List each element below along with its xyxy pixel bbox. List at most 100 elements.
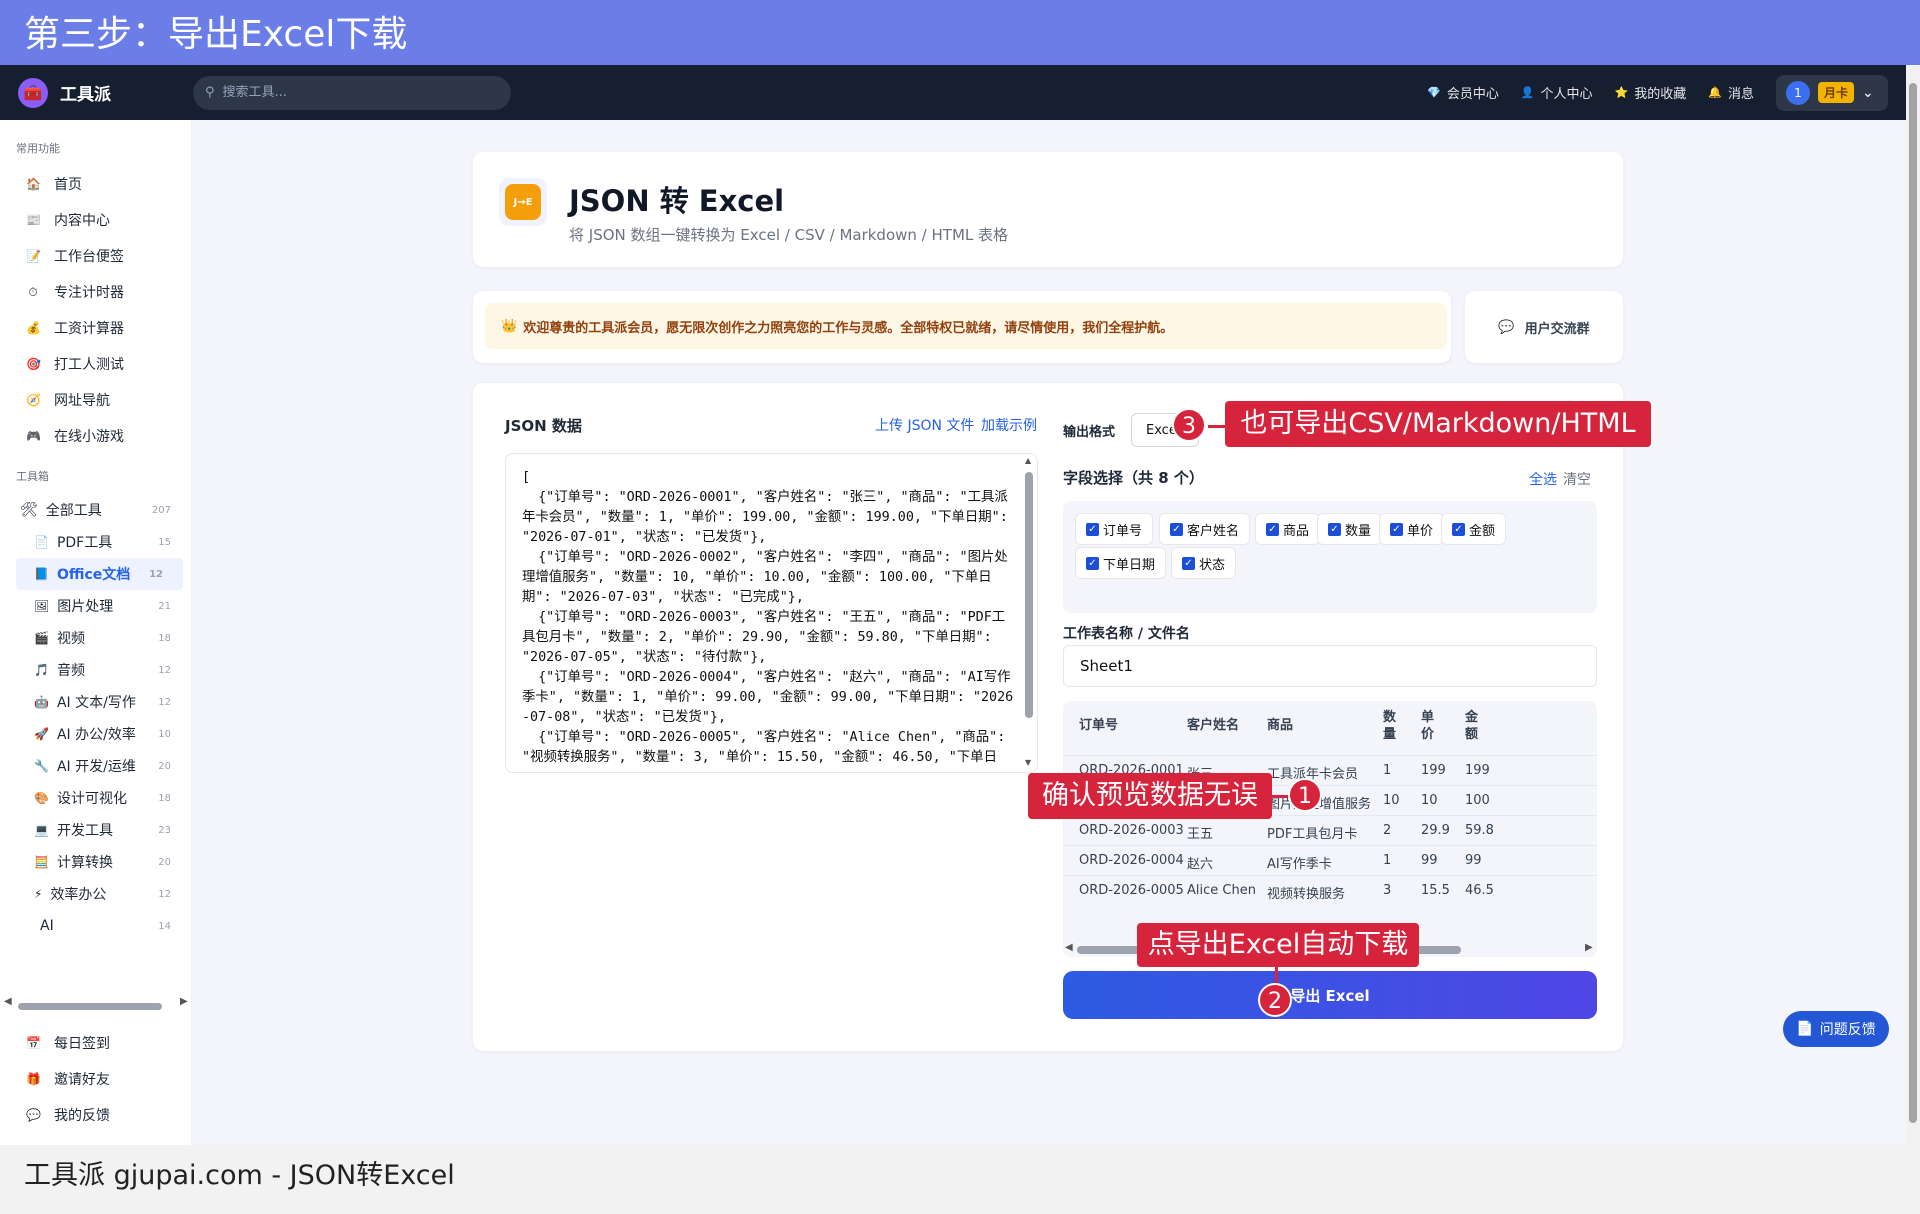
table-cell: 99	[1421, 853, 1438, 868]
sidebar-item-common-1[interactable]: 📰 内容中心	[0, 202, 191, 238]
sidebar-item-tool-5[interactable]: 🤖 AI 文本/写作 12	[0, 686, 191, 718]
sidebar-section-common: 常用功能	[16, 142, 60, 155]
table-cell: 2	[1383, 823, 1392, 838]
sidebar-item-tool-0[interactable]: 📄 PDF工具 15	[0, 526, 191, 558]
page-banner-title: 第三步：导出Excel下载	[0, 0, 1920, 65]
sidebar-item-tool-4[interactable]: 🎵 音频 12	[0, 654, 191, 686]
select-all-link[interactable]: 全选	[1529, 469, 1557, 489]
sidebar-item-common-3[interactable]: ⏱ 专注计时器	[0, 274, 191, 310]
callout-2: 点导出Excel自动下载	[1137, 923, 1419, 967]
compass-icon: 🧭	[26, 393, 41, 407]
field-checkbox-0[interactable]: ✓ 订单号	[1075, 513, 1154, 545]
field-checkbox-label: 金额	[1469, 523, 1496, 539]
tool-category-icon: 🧮	[34, 855, 49, 869]
sidebar-section-tools: 工具箱	[16, 470, 49, 483]
field-checkbox-label: 商品	[1283, 523, 1310, 539]
sheet-name-input[interactable]: Sheet1	[1063, 645, 1597, 687]
upload-json-link[interactable]: 上传 JSON 文件	[875, 415, 974, 435]
output-format-label: 输出格式	[1063, 425, 1116, 440]
json-scrollbar[interactable]: ▲ ▼	[1025, 456, 1033, 767]
sidebar-item-label: 内容中心	[54, 213, 110, 229]
load-example-link[interactable]: 加载示例	[981, 415, 1037, 435]
user-group-button[interactable]: 💬 用户交流群	[1465, 291, 1623, 363]
checkbox-checked-icon: ✓	[1266, 522, 1279, 536]
crown-icon: 👑	[501, 318, 518, 334]
sidebar-item-tool-7[interactable]: 🔧 AI 开发/运维 20	[0, 750, 191, 782]
sidebar-item-tool-11[interactable]: ⚡ 效率办公 12	[0, 878, 191, 910]
topnav-item-0[interactable]: 💎 会员中心	[1427, 83, 1499, 102]
sidebar-item-label: 网址导航	[54, 393, 110, 409]
clear-link[interactable]: 清空	[1563, 469, 1591, 489]
checkbox-checked-icon: ✓	[1452, 522, 1465, 536]
sidebar-item-tool-3[interactable]: 🎬 视频 18	[0, 622, 191, 654]
field-checkbox-7[interactable]: ✓ 状态	[1171, 547, 1237, 579]
tool-category-icon: 🚀	[34, 727, 49, 741]
money-bag-icon: 💰	[26, 321, 41, 335]
table-cell: 100	[1465, 793, 1490, 808]
sidebar-item-common-0[interactable]: 🏠 首页	[0, 166, 191, 202]
table-header-cell: 客户姓名	[1187, 718, 1240, 733]
field-checkbox-2[interactable]: ✓ 商品	[1255, 513, 1321, 545]
sidebar-item-tool-10[interactable]: 🧮 计算转换 20	[0, 846, 191, 878]
topnav-item-2[interactable]: ⭐ 我的收藏	[1615, 83, 1687, 102]
export-excel-button[interactable]: 导出 Excel	[1063, 971, 1597, 1019]
sidebar-item-label: 首页	[54, 177, 82, 193]
sidebar-horizontal-scrollbar[interactable]: ◀ ▶	[4, 996, 188, 1012]
topnav-item-3[interactable]: 🔔 消息	[1708, 83, 1754, 102]
sidebar-item-tool-6[interactable]: 🚀 AI 办公/效率 10	[0, 718, 191, 750]
checkbox-checked-icon: ✓	[1170, 522, 1183, 536]
feedback-button[interactable]: 📄 问题反馈	[1783, 1011, 1889, 1047]
sidebar-item-bottom-2[interactable]: 💬 我的反馈	[0, 1097, 192, 1133]
json-content[interactable]: [ {"订单号": "ORD-2026-0001", "客户姓名": "张三",…	[506, 454, 1037, 764]
content-icon: 📰	[26, 213, 41, 227]
sidebar-item-bottom-0[interactable]: 📅 每日签到	[0, 1025, 192, 1061]
sidebar-item-common-4[interactable]: 💰 工资计算器	[0, 310, 191, 346]
user-menu[interactable]: 1 月卡 ⌄	[1776, 74, 1888, 111]
sidebar-item-common-6[interactable]: 🧭 网址导航	[0, 382, 191, 418]
table-cell: 46.5	[1465, 883, 1494, 898]
field-checkbox-3[interactable]: ✓ 数量	[1317, 513, 1383, 545]
field-checkbox-4[interactable]: ✓ 单价	[1379, 513, 1445, 545]
callout-2-number: 2	[1258, 983, 1292, 1017]
sidebar-item-bottom-1[interactable]: 🎁 邀请好友	[0, 1061, 192, 1097]
search-bar[interactable]: ⚲	[193, 75, 511, 110]
topnav-label: 会员中心	[1446, 87, 1499, 102]
field-select-label: 字段选择（共 8 个）	[1063, 469, 1204, 487]
sidebar-item-label: AI 文本/写作	[56, 695, 136, 711]
callout-1-number: 1	[1288, 778, 1322, 812]
sidebar-item-common-5[interactable]: 🎯 打工人测试	[0, 346, 191, 382]
table-header-cell: 数 量	[1383, 710, 1397, 742]
sidebar-item-tool-1[interactable]: 📘 Office文档 12	[16, 558, 183, 590]
bell-icon: 🔔	[1708, 86, 1722, 99]
sidebar-item-tool-9[interactable]: 💻 开发工具 23	[0, 814, 191, 846]
callout-3: 也可导出CSV/Markdown/HTML	[1225, 401, 1651, 447]
sidebar: 常用功能 🏠 首页 📰 内容中心 📝 工作台便签 ⏱ 专注计时器 💰 工资计算器 🎯 打工人测试 🧭 网址…	[0, 120, 192, 1145]
field-checkbox-5[interactable]: ✓ 金额	[1441, 513, 1507, 545]
search-input[interactable]	[222, 85, 493, 100]
sidebar-item-tool-8[interactable]: 🎨 设计可视化 18	[0, 782, 191, 814]
page-vertical-scrollbar[interactable]	[1906, 65, 1920, 1145]
sidebar-item-tool-12[interactable]: AI 14	[0, 910, 191, 942]
sidebar-item-tool-2[interactable]: 🖼 图片处理 21	[0, 590, 191, 622]
table-cell: 视频转换服务	[1267, 887, 1346, 902]
sidebar-item-label: 视频	[56, 631, 85, 647]
field-checkbox-6[interactable]: ✓ 下单日期	[1075, 547, 1167, 579]
sidebar-item-label: AI 开发/运维	[56, 759, 136, 775]
tool-category-icon: 🤖	[34, 695, 49, 709]
site-logo[interactable]: 🧰 工具派	[18, 77, 193, 108]
sidebar-item-label: 计算转换	[56, 855, 113, 871]
topnav-item-1[interactable]: 👤 个人中心	[1521, 83, 1593, 102]
tool-category-icon: 🔧	[34, 759, 49, 773]
field-checkbox-label: 状态	[1199, 557, 1226, 573]
sidebar-item-common-7[interactable]: 🎮 在线小游戏	[0, 418, 191, 454]
field-checkbox-1[interactable]: ✓ 客户姓名	[1159, 513, 1251, 545]
sidebar-item-label: 效率办公	[50, 887, 107, 903]
sidebar-item-common-2[interactable]: 📝 工作台便签	[0, 238, 191, 274]
table-cell: ORD-2026-0003	[1079, 823, 1184, 838]
sidebar-item-all-tools[interactable]: 🛠 全部工具 207	[0, 494, 191, 526]
table-row: ORD-2026-0004 赵六 AI写作季卡 1 99 99	[1063, 845, 1597, 875]
sidebar-item-count: 20	[158, 856, 171, 868]
topnav-label: 个人中心	[1540, 87, 1593, 102]
json-textarea[interactable]: [ {"订单号": "ORD-2026-0001", "客户姓名": "张三",…	[505, 453, 1038, 773]
table-cell: 3	[1383, 883, 1392, 898]
